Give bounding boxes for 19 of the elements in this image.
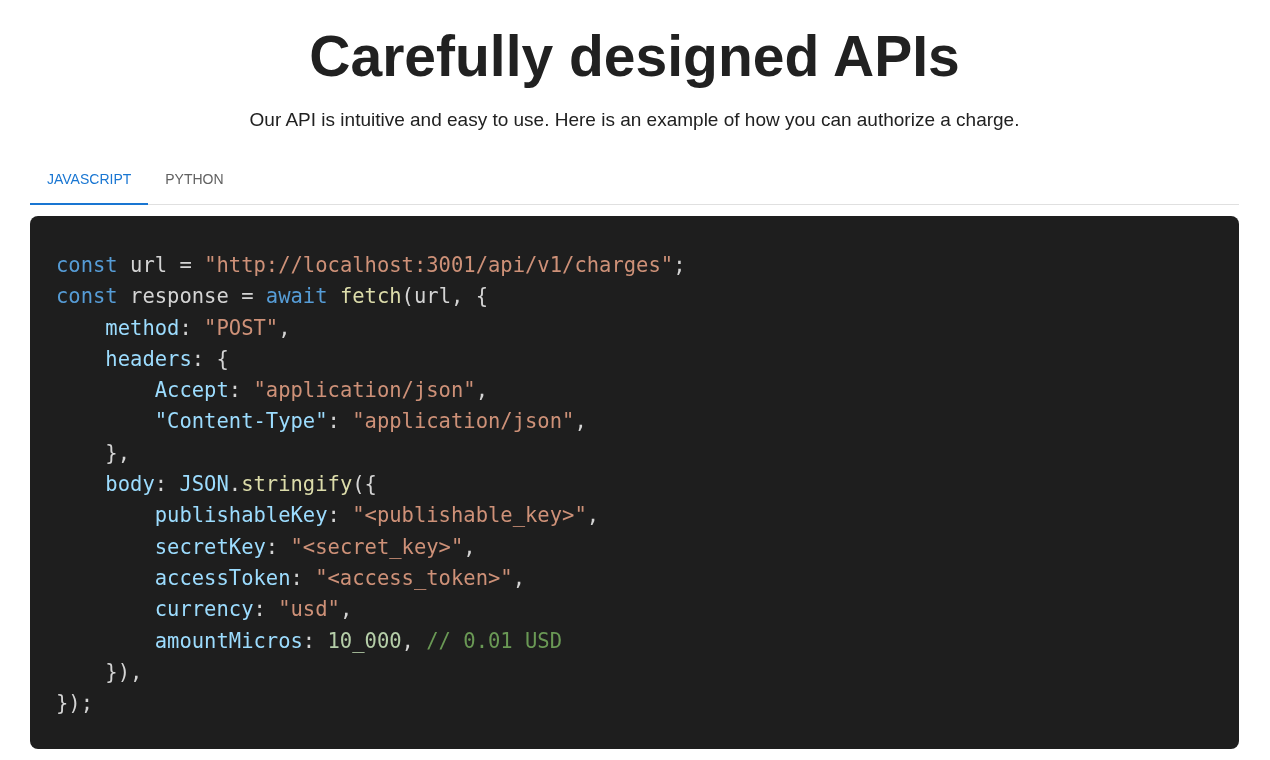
code-line: publishableKey: "<publishable_key>", — [154, 502, 600, 530]
code-line: headers: { — [105, 345, 229, 373]
code-line: }, — [105, 439, 131, 467]
code-line: secretKey: "<secret_key>", — [154, 533, 476, 561]
code-line: currency: "usd", — [154, 596, 353, 624]
code-line: const url = "http://localhost:3001/api/v1/charges"; — [56, 252, 686, 279]
page-title: Carefully designed APIs — [309, 23, 960, 90]
code-line: "Content-Type": "application/json", — [154, 408, 587, 436]
tab[interactable]: PYTHON — [148, 156, 241, 205]
subtitle: Our API is intuitive and easy to use. Here is an example of how you can authorize a charge. — [249, 108, 1020, 132]
code-line: method: "POST", — [105, 314, 291, 342]
tab[interactable]: JAVASCRIPT — [30, 156, 149, 205]
code-line: accessToken: "<access_token>", — [154, 564, 525, 592]
code-line: body: JSON.stringify({ — [105, 471, 377, 499]
code-line: amountMicros: 10_000, // 0.01 USD — [154, 627, 563, 655]
code-line: Accept: "application/json", — [154, 377, 488, 405]
code-line: }); — [56, 690, 94, 718]
code-line: const response = await fetch(url, { — [56, 283, 488, 311]
code-line: }), — [105, 658, 143, 686]
